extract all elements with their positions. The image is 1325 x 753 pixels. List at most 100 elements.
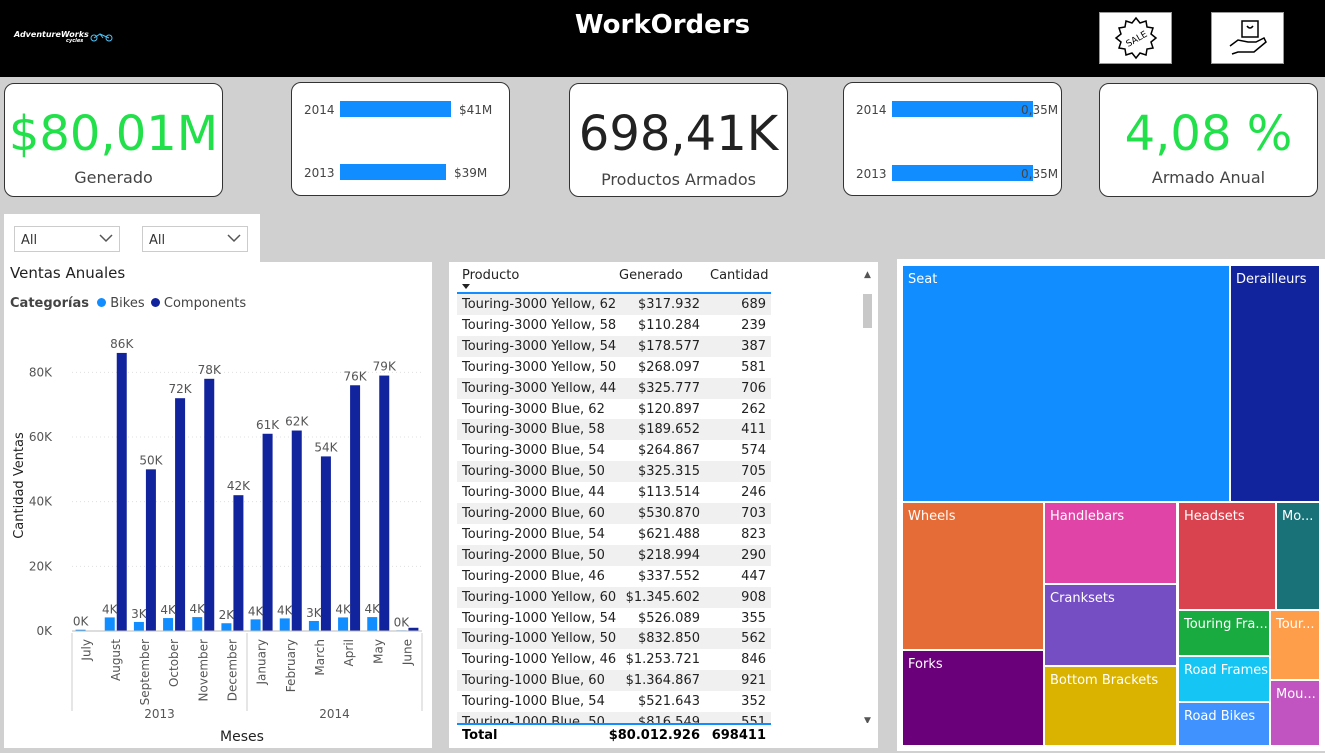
data-label-components: 62K	[285, 415, 309, 429]
armado-anual-label: Armado Anual	[1151, 168, 1266, 187]
x-tick-label: July	[80, 639, 94, 662]
x-tick-label: March	[313, 639, 327, 676]
table-row[interactable]: Touring-3000 Yellow, 44 $325.777 706	[457, 377, 771, 399]
cell-producto: Touring-2000 Blue, 54	[462, 526, 605, 542]
x-tick-label: October	[167, 639, 181, 687]
data-label-components: 72K	[169, 382, 193, 396]
armado-anual-value: 4,08 %	[1124, 106, 1293, 162]
treemap-tile[interactable]: Forks	[903, 651, 1043, 745]
productos-label: Productos Armados	[601, 170, 756, 189]
bar-chart: 0K 20K 40K 60K 80K Cantidad Ventas 0K July 4K 86K…	[12, 337, 423, 745]
table-row[interactable]: Touring-2000 Blue, 46 $337.552 447	[457, 566, 771, 587]
bar-components	[145, 469, 156, 631]
bar-components	[291, 430, 302, 631]
bar-bikes	[104, 617, 115, 631]
cell-producto: Touring-3000 Yellow, 62	[462, 297, 617, 312]
treemap-tile[interactable]: Derailleurs	[1231, 266, 1319, 501]
y-axis-title: Cantidad Ventas	[12, 432, 27, 539]
slicer-value: All	[149, 233, 166, 248]
treemap-tile[interactable]: Seat	[903, 266, 1229, 501]
table-scrollbar[interactable]: ▲ ▼	[862, 270, 874, 740]
productos-card: 698,41K Productos Armados	[569, 83, 788, 197]
treemap-tile[interactable]: Headsets	[1179, 503, 1275, 609]
scrollbar-thumb[interactable]	[863, 294, 872, 328]
category-slicer[interactable]: All	[142, 226, 248, 252]
table-row[interactable]: Touring-3000 Yellow, 54 $178.577 387	[457, 335, 771, 357]
cell-cantidad: 823	[741, 526, 766, 542]
x-tick-label: September	[138, 639, 152, 705]
cell-cantidad: 355	[741, 610, 766, 626]
treemap-tile[interactable]: Cranksets	[1045, 585, 1176, 665]
cell-generado: $530.870	[637, 506, 700, 521]
table-row[interactable]: Touring-3000 Yellow, 50 $268.097 581	[457, 357, 771, 378]
table-row[interactable]: Touring-2000 Blue, 50 $218.994 290	[457, 544, 771, 566]
table-row[interactable]: Touring-1000 Yellow, 54 $526.089 355	[457, 608, 771, 629]
cell-producto: Touring-2000 Blue, 60	[462, 506, 605, 521]
x-tick-label: June	[400, 639, 414, 666]
year-label: 2014	[856, 103, 887, 117]
treemap-tile[interactable]: Tour...	[1271, 611, 1319, 679]
header-producto[interactable]: Producto	[462, 268, 519, 283]
table-row[interactable]: Touring-1000 Blue, 60 $1.364.867 921	[457, 670, 771, 692]
year-bar	[340, 101, 451, 117]
total-cantidad: 698411	[711, 728, 766, 743]
bar-bikes	[192, 617, 203, 631]
table-row[interactable]: Touring-3000 Yellow, 62 $317.932 689	[457, 294, 771, 315]
year-bar-row: 2013 0,35M	[844, 165, 1061, 185]
y-tick-label: 40K	[29, 495, 53, 509]
year-bar-value: 0,35M	[1021, 103, 1059, 117]
sort-desc-icon[interactable]	[462, 284, 470, 289]
table-row[interactable]: Touring-1000 Yellow, 50 $832.850 562	[457, 628, 771, 650]
table-row[interactable]: Touring-3000 Blue, 54 $264.867 574	[457, 440, 771, 461]
cell-cantidad: 447	[741, 568, 766, 584]
bar-bikes	[367, 617, 378, 631]
total-generado: $80.012.926	[608, 728, 700, 743]
year-bars-card-2: 2014 0,35M 2013 0,35M	[843, 82, 1062, 196]
cell-generado: $178.577	[637, 338, 700, 354]
cell-producto: Touring-1000 Blue, 60	[462, 673, 605, 689]
table-row[interactable]: Touring-1000 Yellow, 60 $1.345.602 908	[457, 586, 771, 608]
table-row[interactable]: Touring-2000 Blue, 54 $621.488 823	[457, 524, 771, 545]
treemap-tile[interactable]: Touring Fra...	[1179, 611, 1269, 655]
table-row[interactable]: Touring-3000 Blue, 62 $120.897 262	[457, 399, 771, 420]
cell-producto: Touring-1000 Yellow, 54	[462, 610, 617, 626]
treemap-tile[interactable]: Handlebars	[1045, 503, 1176, 583]
header-cantidad[interactable]: Cantidad	[710, 268, 768, 283]
group-label: 2014	[319, 707, 350, 721]
treemap-tile[interactable]: Road Frames	[1179, 657, 1269, 701]
armado-anual-card: 4,08 % Armado Anual	[1099, 83, 1318, 197]
sale-button[interactable]: SALE	[1099, 12, 1172, 64]
table-row[interactable]: Touring-3000 Blue, 58 $189.652 411	[457, 419, 771, 441]
cell-cantidad: 908	[741, 589, 766, 605]
year-bar-row: 2013 $39M	[292, 164, 509, 184]
x-axis-title: Meses	[220, 729, 264, 745]
cell-cantidad: 921	[741, 673, 766, 689]
header-generado[interactable]: Generado	[619, 268, 683, 283]
cell-producto: Touring-3000 Yellow, 54	[462, 338, 617, 354]
table-row[interactable]: Touring-3000 Blue, 50 $325.315 705	[457, 461, 771, 483]
cell-producto: Touring-3000 Yellow, 58	[462, 317, 617, 333]
table-row[interactable]: Touring-1000 Yellow, 46 $1.253.721 846	[457, 649, 771, 670]
cell-cantidad: 574	[741, 443, 766, 459]
treemap-tile[interactable]: Road Bikes	[1179, 703, 1269, 745]
cell-generado: $1.364.867	[625, 673, 700, 689]
cell-cantidad: 562	[741, 631, 766, 647]
year-label: 2013	[304, 166, 335, 180]
table-row[interactable]: Touring-3000 Blue, 44 $113.514 246	[457, 482, 771, 503]
treemap-tile[interactable]: Bottom Brackets	[1045, 667, 1176, 745]
data-label-components: 76K	[344, 369, 368, 383]
hand-box-button[interactable]	[1211, 12, 1284, 64]
treemap-tile[interactable]: Mou...	[1271, 681, 1319, 745]
year-slicer[interactable]: All	[14, 226, 120, 252]
slicer-panel: All All	[4, 214, 260, 264]
chevron-down-icon	[227, 234, 241, 243]
scroll-up-icon[interactable]: ▲	[864, 270, 871, 280]
x-tick-label: February	[284, 639, 298, 692]
treemap-tile[interactable]: Wheels	[903, 503, 1043, 649]
table-row[interactable]: Touring-3000 Yellow, 58 $110.284 239	[457, 315, 771, 336]
table-row[interactable]: Touring-1000 Blue, 54 $521.643 352	[457, 691, 771, 712]
cell-generado: $1.345.602	[625, 589, 700, 605]
treemap-tile[interactable]: Mo...	[1277, 503, 1319, 609]
table-row[interactable]: Touring-2000 Blue, 60 $530.870 703	[457, 503, 771, 524]
cell-generado: $1.253.721	[625, 652, 700, 668]
